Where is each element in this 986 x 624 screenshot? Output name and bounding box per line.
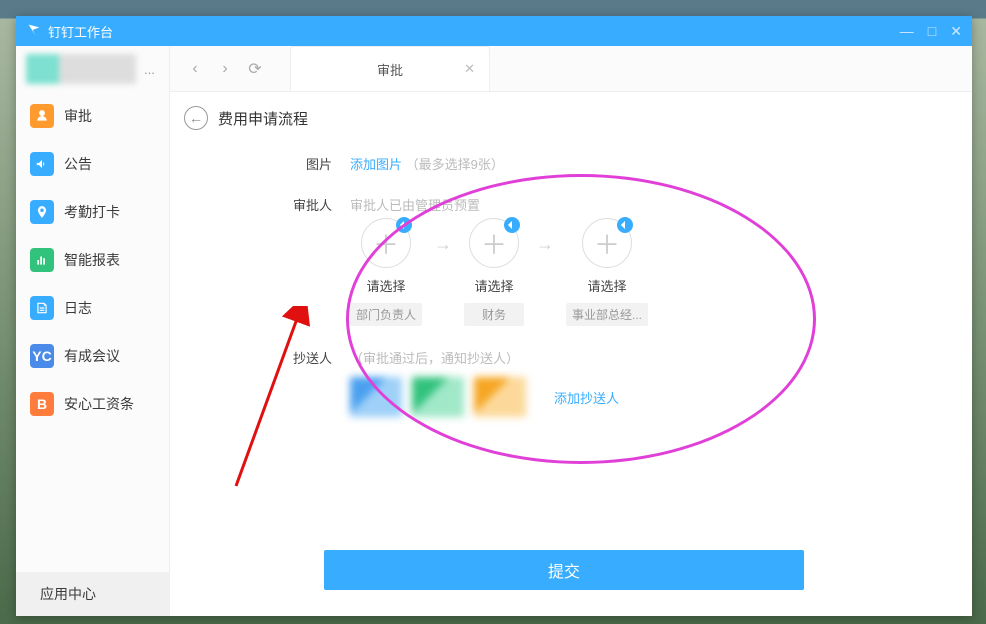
page-back-button[interactable]: ← <box>184 106 208 130</box>
add-approver-button-1[interactable]: ＋ <box>361 218 411 268</box>
maximize-button[interactable]: □ <box>928 23 936 40</box>
sidebar-item-approval[interactable]: 审批 <box>16 92 169 140</box>
nav-back-button[interactable]: ‹ <box>180 54 210 84</box>
sidebar-item-payroll[interactable]: B 安心工资条 <box>16 380 169 428</box>
cc-person-blurred[interactable] <box>412 377 464 417</box>
sidebar-item-meeting[interactable]: YC 有成会议 <box>16 332 169 380</box>
approver-placeholder: 请选择 <box>367 276 406 295</box>
user-avatar-blurred <box>26 54 136 84</box>
sidebar-item-label: 智能报表 <box>64 250 120 270</box>
arrow-right-icon: → <box>434 234 452 255</box>
approval-icon <box>30 104 54 128</box>
nav-forward-button[interactable]: › <box>210 54 240 84</box>
meeting-icon: YC <box>30 344 54 368</box>
user-row[interactable]: ... <box>16 46 169 92</box>
arrow-right-icon: → <box>536 234 554 255</box>
sidebar-item-reports[interactable]: 智能报表 <box>16 236 169 284</box>
cc-person-blurred[interactable] <box>474 377 526 417</box>
image-hint: （最多选择9张） <box>406 157 504 172</box>
user-more[interactable]: ... <box>144 62 155 77</box>
titlebar[interactable]: 钉钉工作台 — □ ✕ <box>16 16 972 46</box>
approver-label: 审批人 <box>284 195 332 214</box>
content: ← 费用申请流程 图片 添加图片 （最多选择9张） 审批人 审批 <box>170 92 972 616</box>
sidebar-item-announcement[interactable]: 公告 <box>16 140 169 188</box>
sidebar-item-label: 安心工资条 <box>64 394 134 414</box>
sidebar-item-log[interactable]: 日志 <box>16 284 169 332</box>
edit-badge-icon <box>396 217 412 233</box>
main-area: ‹ › ⟳ 审批 ✕ ← 费用申请流程 图片 添加图片 <box>170 46 972 616</box>
approver-role: 部门负责人 <box>350 303 422 326</box>
sidebar-item-attendance[interactable]: 考勤打卡 <box>16 188 169 236</box>
attendance-icon <box>30 200 54 224</box>
sidebar-item-label: 考勤打卡 <box>64 202 120 222</box>
sidebar-item-label: 公告 <box>64 154 92 174</box>
add-approver-button-3[interactable]: ＋ <box>582 218 632 268</box>
approver-node-2: ＋ 请选择 财务 <box>464 218 524 326</box>
window-title: 钉钉工作台 <box>48 22 113 41</box>
approver-placeholder: 请选择 <box>475 276 514 295</box>
edit-badge-icon <box>617 217 633 233</box>
approver-role: 事业部总经... <box>566 303 648 326</box>
add-cc-link[interactable]: 添加抄送人 <box>554 388 619 407</box>
tabbar: ‹ › ⟳ 审批 ✕ <box>170 46 972 92</box>
app-window: 钉钉工作台 — □ ✕ ... 审批 公告 <box>16 16 972 616</box>
cc-hint: （审批通过后，通知抄送人） <box>350 351 519 366</box>
cc-person-blurred[interactable] <box>350 377 402 417</box>
close-button[interactable]: ✕ <box>950 23 962 40</box>
image-label: 图片 <box>284 154 332 173</box>
app-center-label: 应用中心 <box>40 584 96 604</box>
app-center-button[interactable]: 应用中心 <box>16 572 169 616</box>
approver-placeholder: 请选择 <box>588 276 627 295</box>
approver-node-3: ＋ 请选择 事业部总经... <box>566 218 648 326</box>
edit-badge-icon <box>504 217 520 233</box>
add-approver-button-2[interactable]: ＋ <box>469 218 519 268</box>
sidebar-item-label: 审批 <box>64 106 92 126</box>
sidebar: ... 审批 公告 考勤打卡 智能报表 <box>16 46 170 616</box>
tab-approval[interactable]: 审批 ✕ <box>290 46 490 91</box>
sidebar-item-label: 有成会议 <box>64 346 120 366</box>
approver-hint: 审批人已由管理员预置 <box>350 198 480 213</box>
cc-label: 抄送人 <box>284 348 332 367</box>
approver-role: 财务 <box>464 303 524 326</box>
tab-close-icon[interactable]: ✕ <box>464 61 475 77</box>
minimize-button[interactable]: — <box>900 23 914 40</box>
nav-refresh-button[interactable]: ⟳ <box>240 54 270 84</box>
page-title: 费用申请流程 <box>218 108 308 129</box>
log-icon <box>30 296 54 320</box>
reports-icon <box>30 248 54 272</box>
payroll-icon: B <box>30 392 54 416</box>
approver-node-1: ＋ 请选择 部门负责人 <box>350 218 422 326</box>
announcement-icon <box>30 152 54 176</box>
dingtalk-logo-icon <box>26 22 42 41</box>
add-image-link[interactable]: 添加图片 <box>350 157 402 172</box>
tab-label: 审批 <box>377 60 403 79</box>
submit-button[interactable]: 提交 <box>324 550 804 590</box>
sidebar-item-label: 日志 <box>64 298 92 318</box>
